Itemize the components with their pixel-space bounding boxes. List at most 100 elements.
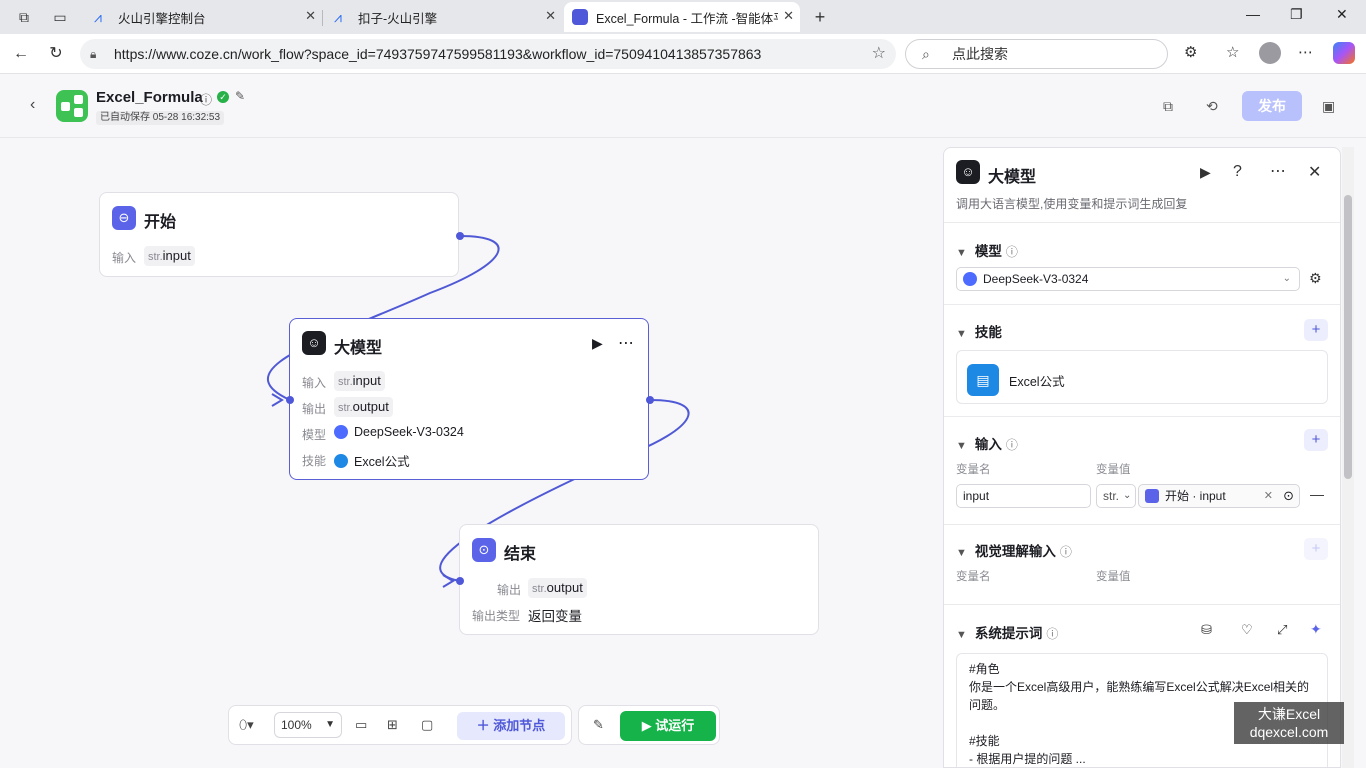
workflow-canvas[interactable]: ⊖ 开始 输入 str.input ☺ 大模型 ▶ ⋯ 输入 str.input… bbox=[0, 138, 942, 768]
panel-scrollbar[interactable] bbox=[1342, 147, 1354, 768]
browser-tab-2[interactable]: ⩘ 扣子-火山引擎 ✕ bbox=[326, 2, 562, 32]
layout-icon[interactable]: ⊞ bbox=[387, 717, 398, 733]
reload-icon[interactable]: ↻ bbox=[45, 43, 67, 65]
section-title: 技能 bbox=[974, 325, 1002, 340]
new-tab-icon[interactable]: + bbox=[810, 7, 830, 27]
model-settings-icon[interactable]: ⚙ bbox=[1309, 270, 1322, 287]
panel-description: 调用大语言模型,使用变量和提示词生成回复 bbox=[956, 197, 1188, 211]
address-bar: ← ↻ 🔒︎ https://www.coze.cn/work_flow?spa… bbox=[0, 34, 1366, 74]
search-field[interactable]: ⌕ 点此搜索 bbox=[905, 39, 1168, 69]
extensions-icon[interactable]: ⚙ bbox=[1184, 43, 1197, 61]
add-input-button[interactable]: + bbox=[1304, 429, 1328, 451]
favorites-icon[interactable]: ☆ bbox=[1226, 43, 1239, 61]
minimap-icon[interactable]: ▢ bbox=[421, 717, 433, 733]
info-icon[interactable]: ⓘ bbox=[200, 91, 212, 108]
column-header: 变量名 bbox=[956, 464, 991, 476]
copy-icon[interactable]: ⧉ bbox=[1163, 98, 1173, 115]
system-prompt-section-header[interactable]: ▼ 系统提示词 ⓘ bbox=[956, 622, 1058, 642]
target-icon[interactable]: ⊙ bbox=[1283, 485, 1294, 507]
node-title: 结束 bbox=[504, 546, 537, 563]
model-value: DeepSeek-V3-0324 bbox=[334, 425, 464, 439]
llm-input-port[interactable] bbox=[286, 396, 294, 404]
input-reference-field[interactable]: 开始 · input ✕ ⊙ bbox=[1138, 484, 1300, 508]
input-section-header[interactable]: ▼ 输入 ⓘ bbox=[956, 433, 1018, 453]
column-header: 变量值 bbox=[1096, 571, 1131, 583]
add-skill-button[interactable]: + bbox=[1304, 319, 1328, 341]
watermark-line1: 大谦Excel bbox=[1257, 706, 1321, 722]
close-tab-icon[interactable]: ✕ bbox=[305, 8, 316, 24]
comment-icon[interactable]: ▭ bbox=[355, 717, 367, 733]
llm-node[interactable]: ☺ 大模型 ▶ ⋯ 输入 str.input 输出 str.output 模型 … bbox=[289, 318, 649, 480]
close-window-icon[interactable]: ✕ bbox=[1336, 6, 1348, 23]
wrench-icon[interactable]: ✎ bbox=[593, 717, 604, 733]
bulb-icon[interactable]: ♡ bbox=[1241, 622, 1253, 638]
url-field[interactable]: 🔒︎ https://www.coze.cn/work_flow?space_i… bbox=[80, 39, 896, 69]
more-icon[interactable]: ⋯ bbox=[1270, 161, 1286, 181]
edit-icon[interactable]: ✎ bbox=[235, 89, 245, 103]
end-input-port[interactable] bbox=[456, 577, 464, 585]
input-label: 输入 bbox=[302, 376, 327, 390]
input-type-select[interactable]: str. ⌄ bbox=[1096, 484, 1136, 508]
run-node-icon[interactable]: ▶ bbox=[1200, 164, 1211, 181]
info-icon: ⓘ bbox=[1059, 545, 1072, 559]
help-icon[interactable]: ? bbox=[1233, 163, 1242, 181]
url-text: https://www.coze.cn/work_flow?space_id=7… bbox=[114, 46, 762, 62]
browser-tab-3[interactable]: Excel_Formula - 工作流 -智能体平 ✕ bbox=[564, 2, 800, 32]
publish-button[interactable]: 发布 bbox=[1242, 91, 1302, 121]
start-icon: ⊖ bbox=[112, 206, 136, 230]
chevron-down-icon: ▼ bbox=[325, 719, 335, 730]
zoom-select[interactable]: 100% ▼ bbox=[274, 712, 342, 738]
output-label: 输出 bbox=[302, 402, 327, 416]
clear-icon[interactable]: ✕ bbox=[1264, 485, 1273, 507]
var-name: output bbox=[546, 580, 583, 595]
add-node-button[interactable]: ＋ 添加节点 bbox=[457, 712, 565, 740]
section-title: 模型 bbox=[974, 244, 1002, 259]
scrollbar-thumb[interactable] bbox=[1344, 195, 1352, 479]
skill-label: 技能 bbox=[302, 454, 327, 468]
add-vision-input-button[interactable]: + bbox=[1304, 538, 1328, 560]
model-label: 模型 bbox=[302, 428, 327, 442]
close-panel-icon[interactable]: ✕ bbox=[1308, 162, 1321, 182]
test-run-button[interactable]: ▶ 试运行 bbox=[620, 711, 716, 741]
browser-tabbar: ⧉ ▭ ⩘ 火山引擎控制台 ✕ ⩘ 扣子-火山引擎 ✕ Excel_Formul… bbox=[0, 0, 1366, 34]
restore-icon[interactable]: ❐ bbox=[1290, 6, 1303, 23]
output-label: 输出 bbox=[497, 583, 522, 597]
close-tab-icon[interactable]: ✕ bbox=[783, 8, 794, 24]
copilot-icon[interactable] bbox=[1333, 42, 1355, 64]
ai-sparkle-icon[interactable]: ✦ bbox=[1310, 621, 1322, 638]
minimize-icon[interactable]: — bbox=[1246, 6, 1260, 22]
tab-actions-icon[interactable]: ▭ bbox=[50, 7, 70, 27]
history-icon[interactable]: ⟲ bbox=[1206, 98, 1218, 115]
close-tab-icon[interactable]: ✕ bbox=[545, 8, 556, 24]
workflow-name: Excel_Formula bbox=[96, 89, 203, 106]
prompt-library-icon[interactable]: ⛁ bbox=[1201, 622, 1212, 638]
model-select[interactable]: DeepSeek-V3-0324 ⌄ bbox=[956, 267, 1300, 291]
autosave-status: 已自动保存 05-28 16:32:53 bbox=[96, 111, 225, 125]
run-node-icon[interactable]: ▶ bbox=[592, 335, 603, 352]
skill-card[interactable]: ▤ Excel公式 bbox=[956, 350, 1328, 404]
input-name-field[interactable]: input bbox=[956, 484, 1091, 508]
workspaces-icon[interactable]: ⧉ bbox=[14, 7, 34, 27]
tab-title: Excel_Formula - 工作流 -智能体平 bbox=[596, 11, 778, 26]
node-more-icon[interactable]: ⋯ bbox=[618, 333, 634, 353]
favorite-star-icon[interactable]: ☆ bbox=[872, 39, 886, 69]
llm-output-port[interactable] bbox=[646, 396, 654, 404]
skills-section-header[interactable]: ▼ 技能 bbox=[956, 321, 1002, 341]
start-output-port[interactable] bbox=[456, 232, 464, 240]
mouse-mode-icon[interactable]: ⬯▾ bbox=[239, 717, 254, 733]
model-section-header[interactable]: ▼ 模型 ⓘ bbox=[956, 240, 1018, 260]
back-arrow-icon[interactable]: ‹ bbox=[30, 96, 35, 114]
more-icon[interactable]: ⋯ bbox=[1298, 43, 1313, 61]
start-node[interactable]: ⊖ 开始 输入 str.input bbox=[99, 192, 459, 277]
remove-input-icon[interactable]: — bbox=[1310, 486, 1324, 502]
back-icon[interactable]: ← bbox=[10, 43, 32, 65]
end-node[interactable]: ⊙ 结束 输出 str.output 输出类型 返回变量 bbox=[459, 524, 819, 635]
type-label: str. bbox=[1103, 489, 1120, 503]
overview-icon[interactable]: ▣ bbox=[1322, 98, 1335, 115]
chevron-down-icon: ⌄ bbox=[1282, 273, 1291, 284]
avatar[interactable] bbox=[1259, 42, 1281, 64]
browser-tab-1[interactable]: ⩘ 火山引擎控制台 ✕ bbox=[86, 2, 323, 32]
expand-icon[interactable]: ⤢ bbox=[1277, 622, 1287, 638]
vision-section-header[interactable]: ▼ 视觉理解输入 ⓘ bbox=[956, 540, 1072, 560]
column-header: 变量名 bbox=[956, 571, 991, 583]
